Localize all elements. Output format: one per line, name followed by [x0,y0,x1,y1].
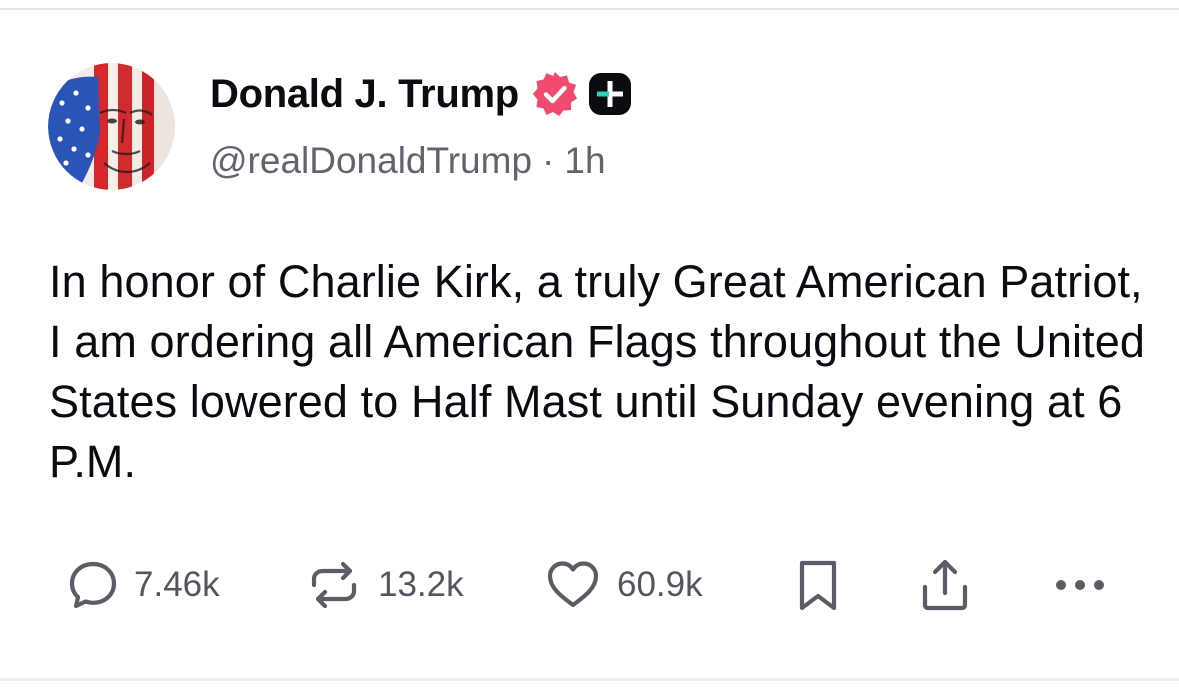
repost-count: 13.2k [378,565,464,604]
like-button[interactable]: 60.9k [543,555,703,615]
share-icon [917,555,973,615]
reply-button[interactable]: 7.46k [66,555,220,615]
more-icon [1049,555,1113,615]
post-card: Donald J. Trump @realDonaldTrump · 1h In h… [0,0,1179,696]
top-divider [0,8,1179,10]
action-bar: 7.46k 13.2k 60.9k [0,555,1179,615]
reply-icon [66,558,120,612]
repost-button[interactable]: 13.2k [304,555,464,615]
avatar[interactable] [48,63,175,190]
author-handle-row: @realDonaldTrump · 1h [210,140,606,182]
bookmark-button[interactable] [792,555,844,615]
author-handle[interactable]: @realDonaldTrump [210,140,532,181]
bottom-divider [0,678,1179,681]
flag-portrait-avatar-icon [48,63,175,190]
heart-icon [543,555,603,615]
like-count: 60.9k [617,565,703,604]
repost-icon [304,555,364,615]
more-button[interactable] [1049,555,1113,615]
author-display-name[interactable]: Donald J. Trump [210,72,519,117]
post-timestamp[interactable]: 1h [564,140,605,181]
plus-badge-icon [587,71,633,117]
reply-count: 7.46k [134,565,220,604]
share-button[interactable] [917,555,973,615]
post-text: In honor of Charlie Kirk, a truly Great … [49,256,1145,487]
bookmark-icon [792,555,844,615]
verified-badge-icon [531,70,579,118]
author-name-row: Donald J. Trump [210,68,633,120]
handle-separator: · [542,140,555,181]
